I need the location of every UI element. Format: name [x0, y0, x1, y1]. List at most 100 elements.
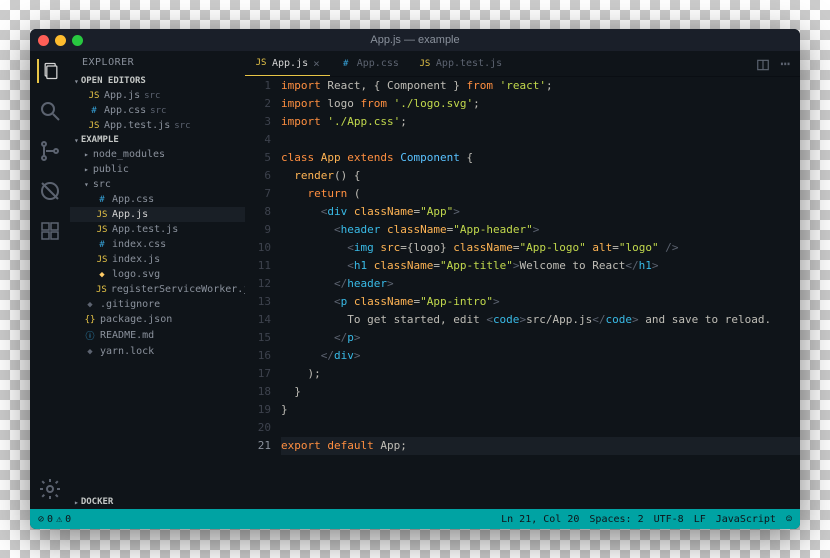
eol-status[interactable]: LF — [694, 514, 706, 525]
tree-item[interactable]: # index.css — [70, 237, 245, 252]
code-line[interactable]: import React, { Component } from 'react'… — [281, 77, 800, 95]
code-line[interactable]: <p className="App-intro"> — [281, 293, 800, 311]
settings-icon[interactable] — [38, 477, 62, 501]
code-line[interactable] — [281, 131, 800, 149]
file-desc: src — [150, 106, 166, 116]
code-line[interactable] — [281, 419, 800, 437]
code-line[interactable]: import './App.css'; — [281, 113, 800, 131]
code-line[interactable]: </p> — [281, 329, 800, 347]
code-line[interactable]: return ( — [281, 185, 800, 203]
file-desc: src — [174, 121, 190, 131]
code-line[interactable]: export default App; — [281, 437, 800, 455]
feedback-icon[interactable]: ☺ — [786, 514, 792, 525]
editor-area: JSApp.js×#App.cssJSApp.test.js⋯ 12345678… — [245, 51, 800, 509]
more-icon[interactable]: ⋯ — [780, 54, 790, 73]
file-name: index.css — [112, 239, 166, 250]
file-name: node_modules — [93, 149, 165, 160]
open-editors-section[interactable]: ▾OPEN EDITORS — [70, 74, 245, 88]
window-title: App.js — example — [30, 34, 800, 46]
file-icon: # — [96, 240, 108, 250]
file-name: .gitignore — [100, 299, 160, 310]
close-icon[interactable]: × — [313, 57, 320, 70]
editor-body: EXPLORER ▾OPEN EDITORS JSApp.js src#App.… — [30, 51, 800, 509]
tree-item[interactable]: ▸public — [70, 162, 245, 177]
debug-icon[interactable] — [38, 179, 62, 203]
file-icon: JS — [88, 121, 100, 131]
code-line[interactable]: render() { — [281, 167, 800, 185]
tree-item[interactable]: JSApp.js — [70, 207, 245, 222]
code-line[interactable]: </div> — [281, 347, 800, 365]
search-icon[interactable] — [38, 99, 62, 123]
tree-item[interactable]: ⓘ README.md — [70, 327, 245, 344]
chevron-icon: ▾ — [84, 180, 89, 189]
chevron-down-icon: ▾ — [74, 136, 79, 145]
code-line[interactable]: <header className="App-header"> — [281, 221, 800, 239]
open-editor-item[interactable]: JSApp.test.js src — [70, 118, 245, 133]
chevron-down-icon: ▾ — [74, 77, 79, 86]
code-line[interactable]: <img src={logo} className="App-logo" alt… — [281, 239, 800, 257]
file-icon: # — [88, 106, 100, 116]
code-line[interactable]: To get started, edit <code>src/App.js</c… — [281, 311, 800, 329]
editor-tab[interactable]: #App.css — [330, 51, 409, 76]
line-numbers: 123456789101112131415161718192021 — [245, 77, 281, 509]
cursor-position[interactable]: Ln 21, Col 20 — [501, 514, 579, 525]
file-icon: JS — [96, 255, 108, 265]
code-line[interactable]: <div className="App"> — [281, 203, 800, 221]
code-line[interactable]: ); — [281, 365, 800, 383]
tab-bar: JSApp.js×#App.cssJSApp.test.js⋯ — [245, 51, 800, 77]
file-name: App.css — [112, 194, 154, 205]
docker-section[interactable]: ▸DOCKER — [70, 495, 245, 509]
editor-tab[interactable]: JSApp.test.js — [409, 51, 512, 76]
tree-item[interactable]: ▾src — [70, 177, 245, 192]
file-icon: JS — [96, 285, 107, 295]
tree-item[interactable]: JSApp.test.js — [70, 222, 245, 237]
chevron-right-icon: ▸ — [74, 498, 79, 507]
tree-item[interactable]: ◆.gitignore — [70, 297, 245, 312]
file-icon: ◆ — [84, 347, 96, 357]
file-name: yarn.lock — [100, 346, 154, 357]
file-icon: JS — [88, 91, 100, 101]
problems-status[interactable]: ⊘0⚠0 — [38, 514, 71, 525]
tab-label: App.js — [272, 58, 308, 69]
titlebar[interactable]: App.js — example — [30, 29, 800, 51]
split-editor-icon[interactable] — [756, 57, 770, 71]
code-editor[interactable]: 123456789101112131415161718192021 import… — [245, 77, 800, 509]
error-icon: ⊘ — [38, 514, 44, 525]
project-section[interactable]: ▾EXAMPLE — [70, 133, 245, 147]
file-icon: # — [340, 59, 352, 69]
source-control-icon[interactable] — [38, 139, 62, 163]
tree-item[interactable]: JS index.js — [70, 252, 245, 267]
file-name: README.md — [100, 330, 154, 341]
indent-status[interactable]: Spaces: 2 — [589, 514, 643, 525]
file-name: logo.svg — [112, 269, 160, 280]
file-icon: ⓘ — [84, 329, 96, 342]
file-name: index.js — [112, 254, 160, 265]
code-line[interactable]: class App extends Component { — [281, 149, 800, 167]
editor-window: App.js — example EXPLORER ▾OPEN EDITORS … — [30, 29, 800, 529]
open-editor-item[interactable]: # App.css src — [70, 103, 245, 118]
language-status[interactable]: JavaScript — [716, 514, 776, 525]
open-editor-item[interactable]: JSApp.js src — [70, 88, 245, 103]
file-name: App.js — [104, 90, 140, 101]
encoding-status[interactable]: UTF-8 — [654, 514, 684, 525]
code-line[interactable]: </header> — [281, 275, 800, 293]
tree-item[interactable]: ▸ node_modules — [70, 147, 245, 162]
tree-item[interactable]: ◆logo.svg — [70, 267, 245, 282]
code-line[interactable]: } — [281, 401, 800, 419]
file-name: App.css — [104, 105, 146, 116]
tree-item[interactable]: ◆ yarn.lock — [70, 344, 245, 359]
code-line[interactable]: import logo from './logo.svg'; — [281, 95, 800, 113]
tree-item[interactable]: JSregisterServiceWorker.js — [70, 282, 245, 297]
code-line[interactable]: } — [281, 383, 800, 401]
file-icon: JS — [96, 210, 108, 220]
tree-item[interactable]: #App.css — [70, 192, 245, 207]
explorer-icon[interactable] — [37, 59, 61, 83]
tree-item[interactable]: {}package.json — [70, 312, 245, 327]
chevron-icon: ▸ — [84, 150, 89, 159]
extensions-icon[interactable] — [38, 219, 62, 243]
code-content[interactable]: import React, { Component } from 'react'… — [281, 77, 800, 509]
code-line[interactable]: <h1 className="App-title">Welcome to Rea… — [281, 257, 800, 275]
file-icon: JS — [96, 225, 108, 235]
activity-bar — [30, 51, 70, 509]
editor-tab[interactable]: JSApp.js× — [245, 51, 330, 76]
